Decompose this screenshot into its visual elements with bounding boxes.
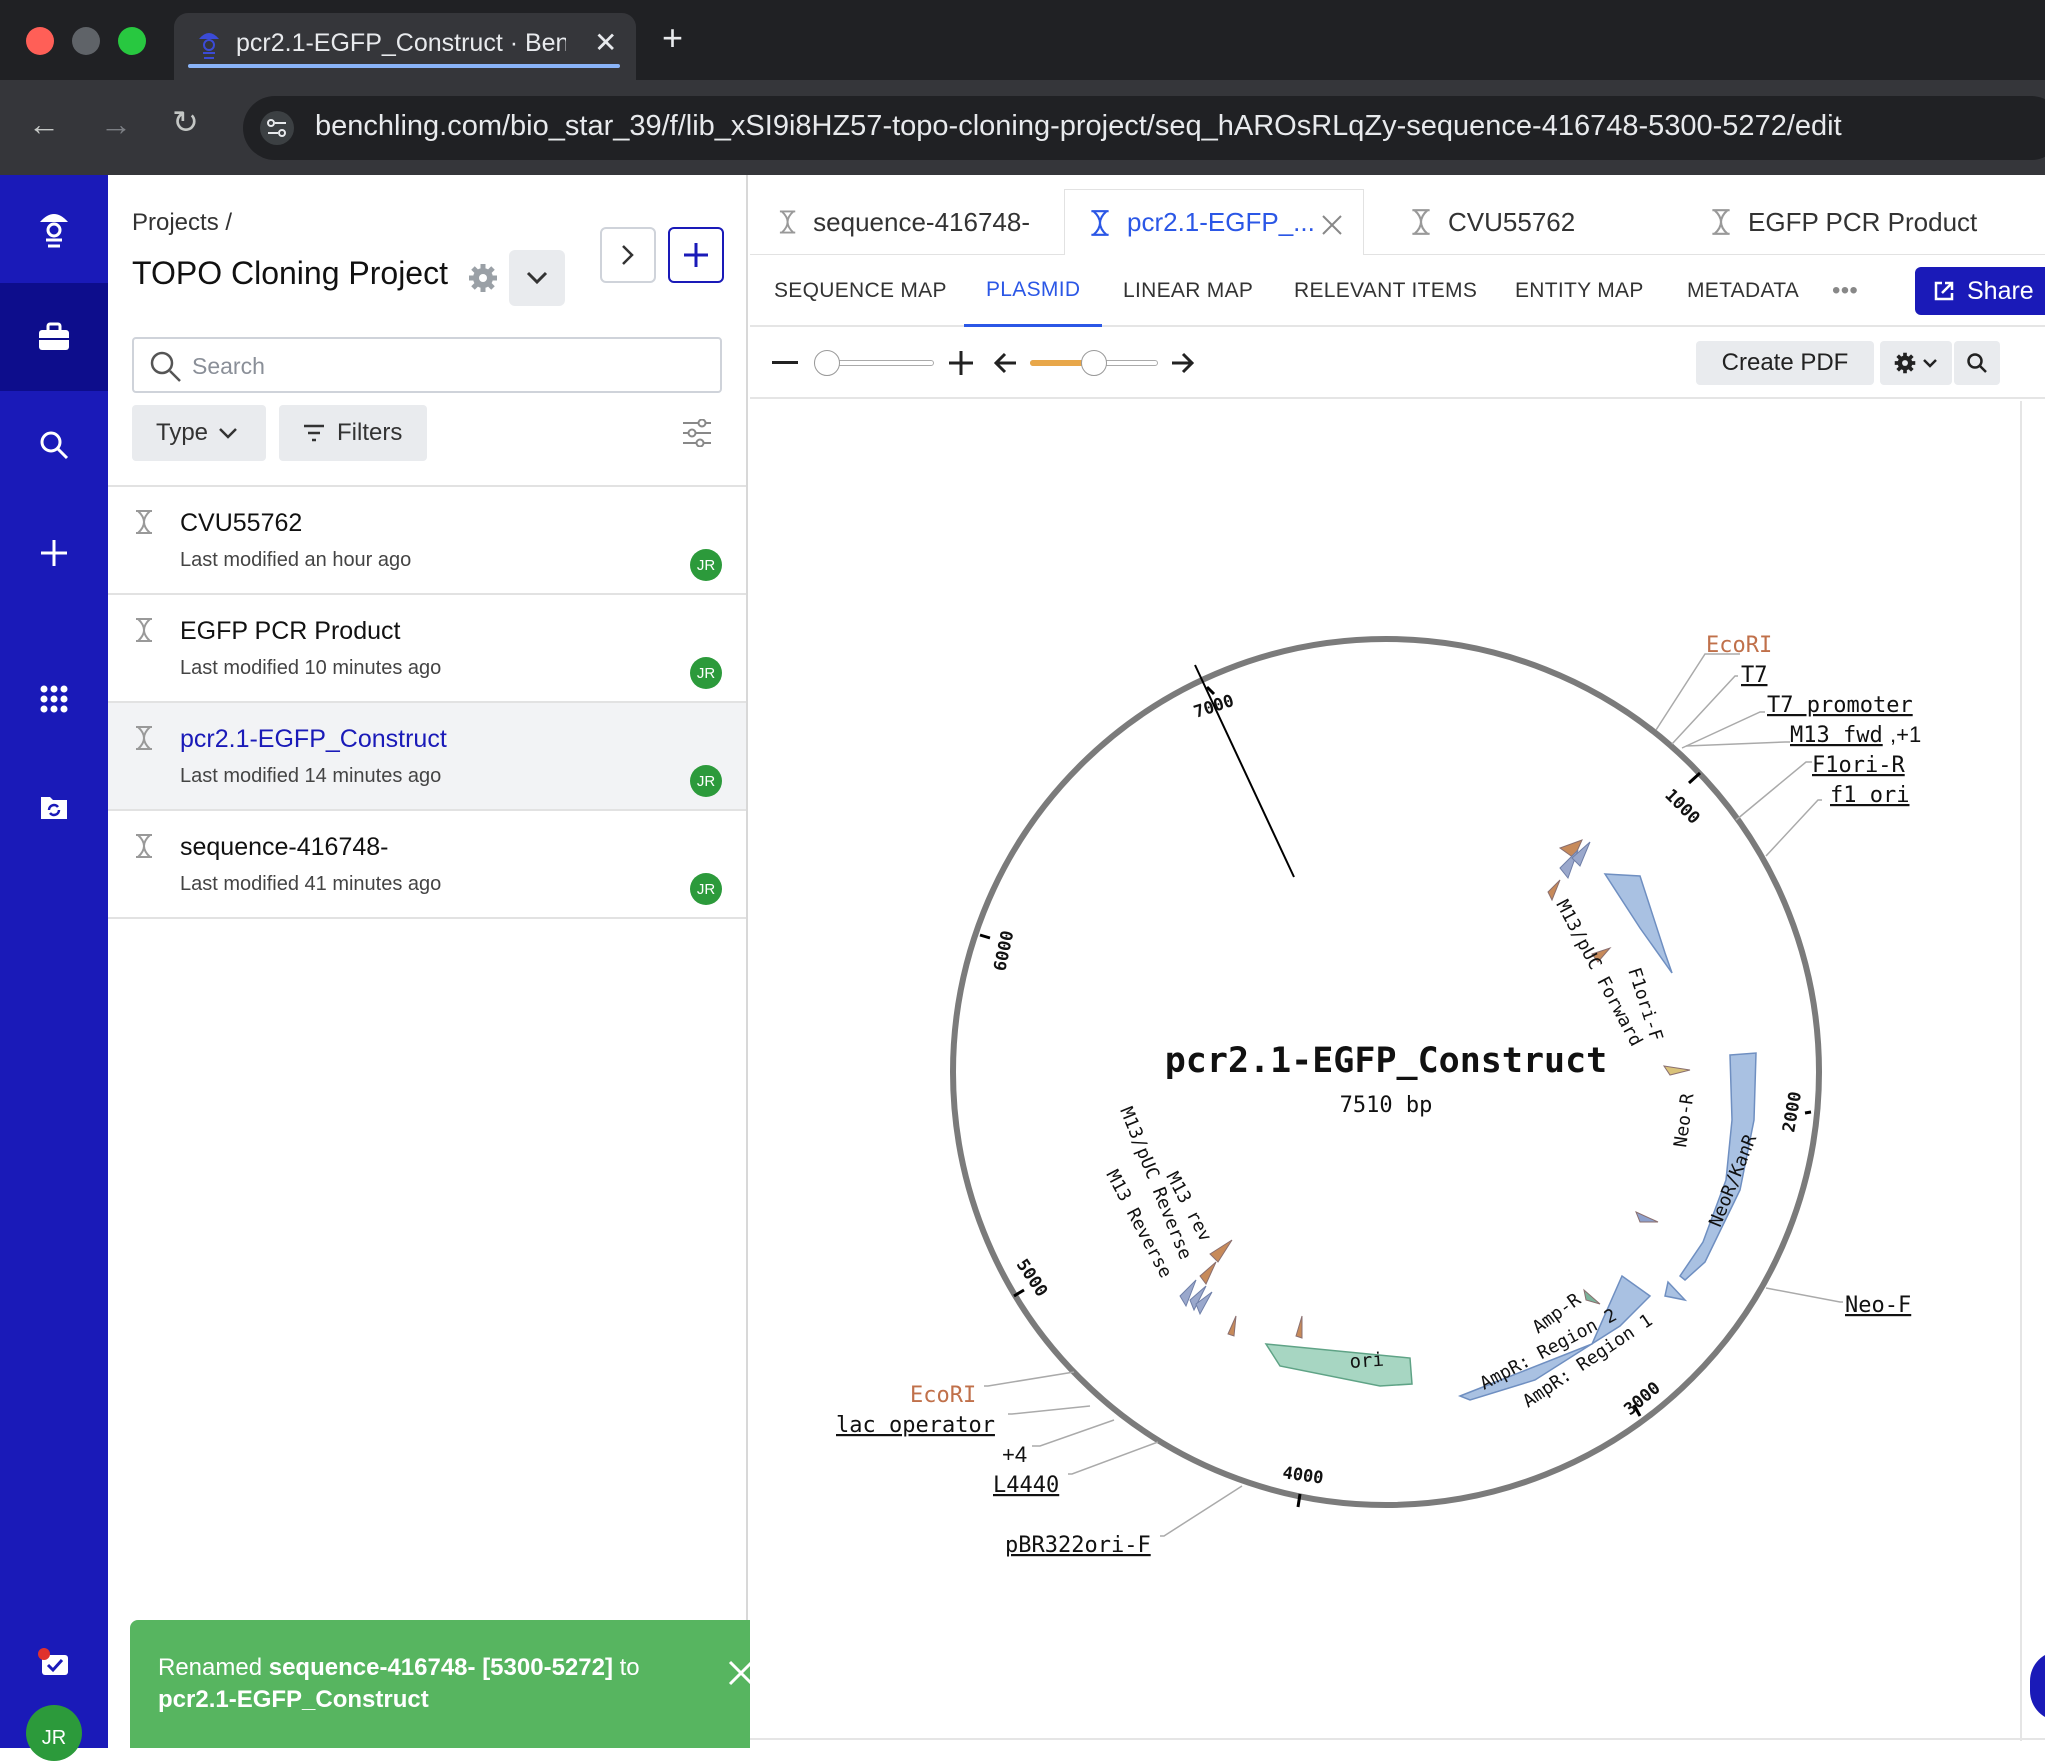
label-lac-operator[interactable]: lac operator: [836, 1413, 995, 1438]
tick-mark-2000: [1804, 1110, 1812, 1115]
tick-label-2000: 2000: [1779, 1090, 1806, 1134]
feature-label-ori: ori: [1349, 1349, 1385, 1373]
label-plus4[interactable]: +4: [1002, 1442, 1027, 1467]
plasmid-length: 7510 bp: [1340, 1093, 1433, 1118]
plasmid-map-svg: 1000 2000 3000 4000 5000 6000 7000 pcr2.…: [836, 633, 1921, 1558]
tick-label-1000: 1000: [1660, 785, 1703, 828]
label-t7[interactable]: T7: [1741, 663, 1768, 688]
label-ecori-top[interactable]: EcoRI: [1706, 633, 1772, 658]
label-t7-promoter[interactable]: T7 promoter: [1767, 693, 1913, 718]
tick-label-4000: 4000: [1281, 1463, 1324, 1489]
feature-arc-ori[interactable]: [1264, 1343, 1413, 1387]
label-pbr322ori-f[interactable]: pBR322ori-F: [1005, 1533, 1151, 1558]
feature-arc-neor-tail[interactable]: [1664, 1280, 1688, 1302]
tick-label-3000: 3000: [1620, 1378, 1664, 1420]
label-neo-f[interactable]: Neo-F: [1845, 1293, 1911, 1318]
tick-mark-6000: [979, 933, 991, 940]
plasmid-name: pcr2.1-EGFP_Construct: [1165, 1041, 1608, 1081]
tick-mark-1000: [1687, 771, 1702, 785]
label-ecori-bottom[interactable]: EcoRI: [910, 1383, 976, 1408]
plasmid-map-canvas: 1000 2000 3000 4000 5000 6000 7000 pcr2.…: [750, 401, 2045, 1741]
cursor-line: [1194, 664, 1295, 878]
label-m13-fwd-more[interactable]: ,+1: [1890, 722, 1921, 747]
feature-label-neo-r: Neo-R: [1670, 1092, 1698, 1149]
tick-label-6000: 6000: [990, 929, 1018, 973]
label-l4440[interactable]: L4440: [993, 1473, 1059, 1498]
label-f1ori-r[interactable]: F1ori-R: [1812, 753, 1905, 778]
sequence-workspace: sequence-416748- pcr2.1-EGFP_... CVU5576…: [750, 175, 2045, 1748]
feature-arc-small[interactable]: [1603, 873, 1673, 974]
label-m13-fwd[interactable]: M13 fwd: [1790, 723, 1883, 748]
label-f1-ori[interactable]: f1 ori: [1830, 783, 1909, 808]
horizontal-scrollbar[interactable]: [750, 1738, 2045, 1748]
tick-mark-4000: [1296, 1493, 1302, 1508]
